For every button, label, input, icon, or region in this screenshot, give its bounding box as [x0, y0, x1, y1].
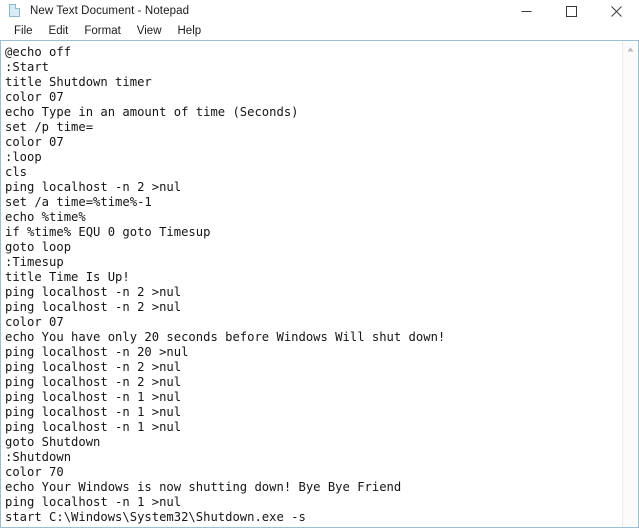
- maximize-button[interactable]: [549, 0, 594, 22]
- scroll-up-button[interactable]: [623, 41, 639, 57]
- code-line: set /p time=: [5, 120, 94, 134]
- window-controls: [504, 0, 639, 22]
- code-line: :loop: [5, 150, 42, 164]
- title-bar[interactable]: New Text Document - Notepad: [0, 0, 639, 22]
- notepad-document-icon: [7, 3, 23, 19]
- code-line: ping localhost -n 20 >nul: [5, 345, 189, 359]
- close-button[interactable]: [594, 0, 639, 22]
- code-line: @echo off: [5, 45, 72, 59]
- code-line: :Shutdown: [5, 450, 72, 464]
- code-line: echo You have only 20 seconds before Win…: [5, 330, 446, 344]
- menu-item-help[interactable]: Help: [170, 22, 210, 40]
- code-line: color 07: [5, 90, 64, 104]
- code-line: set /a time=%time%-1: [5, 195, 152, 209]
- code-line: goto loop: [5, 240, 72, 254]
- minimize-icon: [521, 10, 532, 12]
- code-line: if %time% EQU 0 goto Timesup: [5, 225, 211, 239]
- code-line: cls: [5, 165, 28, 179]
- code-line: ping localhost -n 2 >nul: [5, 360, 182, 374]
- close-icon: [611, 5, 622, 17]
- code-line: ping localhost -n 1 >nul: [5, 390, 182, 404]
- code-line: color 07: [5, 315, 64, 329]
- code-line: start C:\Windows\System32\Shutdown.exe -…: [5, 510, 306, 524]
- vertical-scrollbar[interactable]: [622, 41, 638, 527]
- menu-item-format[interactable]: Format: [76, 22, 128, 40]
- minimize-button[interactable]: [504, 0, 549, 22]
- window-title: New Text Document - Notepad: [30, 5, 190, 17]
- text-editor[interactable]: @echo off:Start title Shutdown timer color…: [1, 41, 622, 527]
- code-line: ping localhost -n 1 >nul: [5, 495, 182, 509]
- code-line: echo Type in an amount of time (Seconds): [5, 105, 299, 119]
- code-line: ping localhost -n 2 >nul: [5, 375, 182, 389]
- code-line: :Timesup: [5, 255, 64, 269]
- code-line: ping localhost -n 2 >nul: [5, 285, 182, 299]
- menu-bar: File Edit Format View Help: [0, 22, 639, 40]
- code-line: ping localhost -n 1 >nul: [5, 405, 182, 419]
- code-line: ping localhost -n 2 >nul: [5, 300, 182, 314]
- scrollbar-track[interactable]: [622, 57, 638, 527]
- code-line: ping localhost -n 2 >nul: [5, 180, 182, 194]
- code-line: echo %time%: [5, 210, 86, 224]
- notepad-window: New Text Document - Notepad File Edit Fo…: [0, 0, 639, 528]
- code-line: color 07: [5, 135, 64, 149]
- editor-region: @echo off:Start title Shutdown timer color…: [0, 40, 639, 528]
- code-line: echo Your Windows is now shutting down! …: [5, 480, 402, 494]
- menu-item-view[interactable]: View: [129, 22, 170, 40]
- code-line: goto Shutdown: [5, 435, 101, 449]
- menu-item-file[interactable]: File: [6, 22, 41, 40]
- code-line: title Time Is Up!: [5, 270, 130, 284]
- code-line: :Start: [5, 60, 50, 74]
- scroll-up-arrow-icon: [627, 47, 634, 51]
- code-line: ping localhost -n 1 >nul: [5, 420, 182, 434]
- code-line: title Shutdown timer: [5, 75, 152, 89]
- maximize-icon: [566, 5, 577, 17]
- menu-item-edit[interactable]: Edit: [41, 22, 77, 40]
- code-line: color 70: [5, 465, 64, 479]
